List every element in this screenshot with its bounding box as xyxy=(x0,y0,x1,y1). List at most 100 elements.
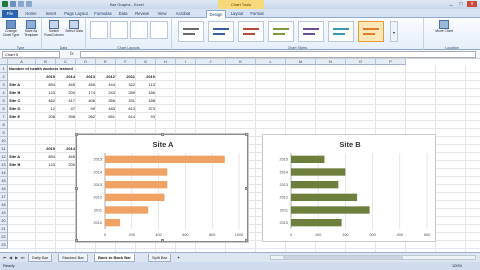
year-header[interactable]: 2014 xyxy=(57,73,75,81)
layout-thumb[interactable] xyxy=(110,21,128,39)
row-header[interactable]: 3 xyxy=(0,81,8,89)
row-header[interactable]: 9 xyxy=(0,129,8,137)
tab-file[interactable]: File xyxy=(2,10,18,18)
row-header[interactable]: 19 xyxy=(0,209,8,217)
row-header[interactable]: 22 xyxy=(0,233,8,241)
tab-page-layout[interactable]: Page Layout xyxy=(62,10,90,18)
redo-icon[interactable] xyxy=(26,1,32,7)
row-header[interactable]: 23 xyxy=(0,241,8,249)
column-header[interactable]: E xyxy=(96,59,116,65)
sheet-tab-back-to-back-bar[interactable]: Back to Back Bar xyxy=(94,254,135,262)
data-cell[interactable]: 123 xyxy=(37,161,55,169)
table-heading[interactable]: Number of health workers trained xyxy=(9,65,73,73)
row-header[interactable]: 14 xyxy=(0,169,8,177)
formula-input[interactable] xyxy=(80,51,476,58)
data-cell[interactable]: 651 xyxy=(97,113,115,121)
resize-handle[interactable] xyxy=(161,133,164,136)
tab-view[interactable]: View xyxy=(154,10,170,18)
zoom-level[interactable]: 100% xyxy=(452,262,462,270)
chart-site-b[interactable]: Site B 0 100 200 300 400 500 2010 2011 2012 2013 20… xyxy=(262,134,436,242)
row-header[interactable]: 18 xyxy=(0,201,8,209)
chart-style-thumb[interactable] xyxy=(178,21,204,42)
horizontal-scrollbar[interactable] xyxy=(270,255,476,260)
data-cell[interactable]: 398 xyxy=(57,113,75,121)
name-box[interactable]: Chart 5 xyxy=(2,51,60,58)
tab-format[interactable]: Format xyxy=(248,10,266,18)
row-header[interactable]: 12 xyxy=(0,153,8,161)
data-cell[interactable]: 123 xyxy=(37,89,55,97)
data-cell[interactable]: 462 xyxy=(37,97,55,105)
column-header[interactable]: B xyxy=(36,59,56,65)
column-header[interactable]: K xyxy=(226,59,256,65)
site-label[interactable]: Site A xyxy=(9,153,35,161)
resize-handle[interactable] xyxy=(75,133,78,136)
layout-thumb[interactable] xyxy=(130,21,148,39)
row-header[interactable]: 2 xyxy=(0,73,8,81)
tab-review[interactable]: Review xyxy=(132,10,152,18)
column-header[interactable]: G xyxy=(136,59,156,65)
row-header[interactable]: 6 xyxy=(0,105,8,113)
data-cell[interactable]: 613 xyxy=(117,105,135,113)
chart-site-a[interactable]: Site A 0 200 400 600 800 1000 2010 2011 2012 2013 2… xyxy=(75,133,248,242)
prev-sheet-icon[interactable]: ◀ xyxy=(8,255,13,260)
chart-style-thumb[interactable] xyxy=(298,21,324,42)
year-header[interactable]: 2013 xyxy=(77,73,95,81)
column-header[interactable]: H xyxy=(156,59,176,65)
row-header[interactable]: 11 xyxy=(0,145,8,153)
data-cell[interactable]: 174 xyxy=(77,89,95,97)
row-header[interactable]: 16 xyxy=(0,185,8,193)
save-icon[interactable] xyxy=(10,1,16,7)
year-header[interactable]: 2015 xyxy=(37,145,55,153)
column-header[interactable]: F xyxy=(116,59,136,65)
resize-handle[interactable] xyxy=(161,239,164,242)
column-header[interactable]: D xyxy=(76,59,96,65)
first-sheet-icon[interactable]: ⏮ xyxy=(2,255,7,260)
move-chart-button[interactable]: Move Chart xyxy=(432,20,456,40)
row-header[interactable]: 17 xyxy=(0,193,8,201)
sheet-tab-stacked-bar[interactable]: Stacked Bar xyxy=(58,254,88,262)
site-label[interactable]: Site E xyxy=(9,113,35,121)
year-header[interactable]: 2014 xyxy=(57,145,75,153)
data-cell[interactable]: 894 xyxy=(37,81,55,89)
chart-style-thumb-selected[interactable] xyxy=(358,21,384,42)
data-cell[interactable]: 406 xyxy=(77,97,95,105)
row-header[interactable]: 20 xyxy=(0,217,8,225)
row-header[interactable]: 15 xyxy=(0,177,8,185)
scrollbar-thumb[interactable] xyxy=(283,256,403,259)
change-chart-type-button[interactable]: Change Chart Type xyxy=(1,20,21,40)
year-header[interactable]: 2010 xyxy=(137,73,155,81)
chart-style-thumb[interactable] xyxy=(238,21,264,42)
data-cell[interactable]: 444 xyxy=(97,81,115,89)
data-cell[interactable]: 465 xyxy=(57,81,75,89)
minimize-button[interactable]: _ xyxy=(446,1,456,7)
column-header[interactable]: P xyxy=(376,59,406,65)
sheet-tab-split-bar[interactable]: Split Bar xyxy=(148,254,172,262)
tab-layout[interactable]: Layout xyxy=(228,10,246,18)
column-header[interactable]: N xyxy=(316,59,346,65)
data-cell[interactable]: 113 xyxy=(137,81,155,89)
tab-data[interactable]: Data xyxy=(116,10,130,18)
data-cell[interactable]: 47 xyxy=(57,105,75,113)
row-header[interactable]: 7 xyxy=(0,113,8,121)
data-cell[interactable]: 12 xyxy=(37,105,55,113)
resize-handle[interactable] xyxy=(245,133,248,136)
data-cell[interactable]: 356 xyxy=(97,97,115,105)
select-data-button[interactable]: Select Data xyxy=(64,20,84,40)
column-header[interactable]: L xyxy=(256,59,286,65)
maximize-button[interactable]: □ xyxy=(456,1,466,7)
data-cell[interactable]: 262 xyxy=(77,113,95,121)
data-cell[interactable]: 373 xyxy=(137,105,155,113)
row-header[interactable]: 13 xyxy=(0,161,8,169)
row-header[interactable]: 21 xyxy=(0,225,8,233)
sheet-tab-daily-bar[interactable]: Daily Bar xyxy=(28,254,53,262)
site-label[interactable]: Site A xyxy=(9,81,35,89)
data-cell[interactable]: 483 xyxy=(97,105,115,113)
year-header[interactable]: 2015 xyxy=(37,73,55,81)
data-cell[interactable]: 186 xyxy=(137,89,155,97)
chart-style-thumb[interactable] xyxy=(208,21,234,42)
column-header[interactable]: I xyxy=(176,59,196,65)
row-header[interactable]: 5 xyxy=(0,97,8,105)
data-cell[interactable]: 99 xyxy=(77,105,95,113)
data-cell[interactable]: 465 xyxy=(57,153,75,161)
layout-thumb[interactable] xyxy=(90,21,108,39)
